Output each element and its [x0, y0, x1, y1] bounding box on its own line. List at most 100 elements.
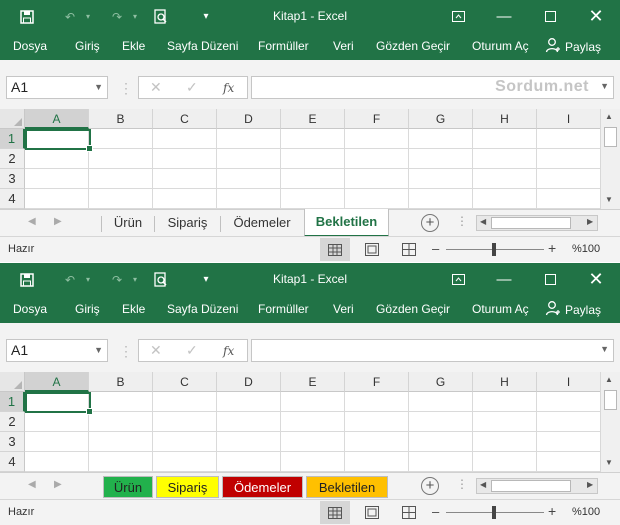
scroll-left-icon[interactable]: ◀ — [480, 217, 486, 226]
close-icon[interactable]: ✕ — [574, 0, 618, 33]
select-all-button[interactable] — [0, 372, 25, 392]
menu-gozden-gecir[interactable]: Gözden Geçir — [376, 39, 450, 53]
page-break-preview-icon[interactable] — [394, 238, 424, 261]
next-sheet-icon[interactable]: ▶ — [54, 216, 62, 227]
column-header-b[interactable]: B — [89, 372, 153, 392]
grid-cell[interactable] — [281, 149, 345, 169]
grid-cell[interactable] — [217, 169, 281, 189]
cancel-icon[interactable]: ✕ — [150, 342, 162, 359]
column-header-e[interactable]: E — [281, 109, 345, 129]
grid-cell[interactable] — [153, 189, 217, 209]
sheet-tab-siparis[interactable]: Sipariş — [156, 476, 219, 498]
scroll-down-icon[interactable]: ▼ — [605, 195, 613, 204]
grid-cell[interactable] — [345, 169, 409, 189]
column-header-e[interactable]: E — [281, 372, 345, 392]
grid-cell[interactable] — [409, 452, 473, 472]
save-icon[interactable] — [14, 0, 40, 33]
grid-cell[interactable] — [281, 392, 345, 412]
normal-view-icon[interactable] — [320, 501, 350, 524]
sheet-tab-siparis[interactable]: Sipariş — [155, 210, 220, 236]
menu-gozden-gecir[interactable]: Gözden Geçir — [376, 302, 450, 316]
row-header-3[interactable]: 3 — [0, 432, 25, 452]
insert-function-icon[interactable]: fx — [223, 81, 234, 95]
scroll-right-icon[interactable]: ▶ — [587, 480, 593, 489]
prev-sheet-icon[interactable]: ◀ — [28, 216, 36, 227]
sheet-tab-urun[interactable]: Ürün — [102, 210, 154, 236]
column-header-c[interactable]: C — [153, 109, 217, 129]
grid-cell[interactable] — [473, 189, 537, 209]
save-icon[interactable] — [14, 263, 40, 296]
grid-cell[interactable] — [473, 129, 537, 149]
grid-cell[interactable] — [409, 149, 473, 169]
minimize-icon[interactable]: — — [482, 0, 526, 33]
column-header-f[interactable]: F — [345, 109, 409, 129]
column-header-c[interactable]: C — [153, 372, 217, 392]
grid-cell[interactable] — [25, 189, 89, 209]
grid-cell[interactable] — [409, 432, 473, 452]
add-sheet-icon[interactable]: + — [421, 214, 439, 232]
zoom-level[interactable]: %100 — [572, 506, 600, 518]
chevron-down-icon[interactable]: ▼ — [94, 340, 103, 361]
scroll-thumb[interactable] — [604, 390, 617, 410]
sheet-tab-bekletilen[interactable]: Bekletilen — [304, 209, 389, 237]
grid-cell[interactable] — [89, 452, 153, 472]
active-cell[interactable] — [25, 392, 93, 415]
column-header-h[interactable]: H — [473, 372, 537, 392]
menu-sayfa-duzeni[interactable]: Sayfa Düzeni — [167, 39, 238, 53]
row-header-4[interactable]: 4 — [0, 189, 25, 209]
grid-cell[interactable] — [89, 169, 153, 189]
grid-cell[interactable] — [217, 392, 281, 412]
grid-cell[interactable] — [409, 189, 473, 209]
grid-cell[interactable] — [153, 129, 217, 149]
zoom-in-icon[interactable]: + — [548, 503, 556, 519]
grid-cell[interactable] — [345, 392, 409, 412]
grid-cell[interactable] — [537, 392, 601, 412]
grid-cell[interactable] — [345, 149, 409, 169]
grid-cell[interactable] — [153, 392, 217, 412]
share-button[interactable]: Paylaş — [541, 35, 618, 58]
column-header-i[interactable]: I — [537, 372, 601, 392]
menu-giris[interactable]: Giriş — [75, 302, 100, 316]
print-preview-icon[interactable] — [148, 0, 174, 33]
enter-icon[interactable]: ✓ — [186, 342, 198, 359]
grid-cell[interactable] — [281, 169, 345, 189]
redo-dropdown-icon[interactable]: ▾ — [122, 0, 148, 33]
grid-cell[interactable] — [281, 129, 345, 149]
ribbon-display-icon[interactable] — [436, 0, 480, 33]
menu-giris[interactable]: Giriş — [75, 39, 100, 53]
column-header-d[interactable]: D — [217, 372, 281, 392]
grid-cell[interactable] — [473, 392, 537, 412]
scroll-up-icon[interactable]: ▲ — [605, 112, 613, 121]
grid-cell[interactable] — [217, 189, 281, 209]
worksheet-grid[interactable]: A B C D E F G H I 1 2 3 4 — [0, 109, 601, 209]
grid-cell[interactable] — [153, 169, 217, 189]
menu-veri[interactable]: Veri — [333, 39, 354, 53]
scroll-thumb[interactable] — [491, 480, 571, 492]
select-all-button[interactable] — [0, 109, 25, 129]
menu-formuller[interactable]: Formüller — [258, 39, 309, 53]
scroll-right-icon[interactable]: ▶ — [587, 217, 593, 226]
grid-cell[interactable] — [89, 412, 153, 432]
worksheet-grid[interactable]: A B C D E F G H I 1 2 3 4 — [0, 372, 601, 472]
next-sheet-icon[interactable]: ▶ — [54, 479, 62, 490]
menu-formuller[interactable]: Formüller — [258, 302, 309, 316]
row-header-1[interactable]: 1 — [0, 392, 25, 412]
grid-cell[interactable] — [153, 432, 217, 452]
grid-cell[interactable] — [537, 149, 601, 169]
active-cell[interactable] — [25, 129, 93, 152]
grid-cell[interactable] — [409, 169, 473, 189]
grid-cell[interactable] — [345, 432, 409, 452]
grid-cell[interactable] — [89, 129, 153, 149]
grid-cell[interactable] — [25, 432, 89, 452]
grid-cell[interactable] — [25, 412, 89, 432]
column-header-f[interactable]: F — [345, 372, 409, 392]
scroll-left-icon[interactable]: ◀ — [480, 480, 486, 489]
minimize-icon[interactable]: — — [482, 263, 526, 296]
column-header-a[interactable]: A — [25, 109, 89, 129]
vertical-scrollbar[interactable]: ▲ ▼ — [600, 372, 620, 472]
column-header-g[interactable]: G — [409, 109, 473, 129]
row-header-1[interactable]: 1 — [0, 129, 25, 149]
close-icon[interactable]: ✕ — [574, 263, 618, 296]
grid-cell[interactable] — [537, 169, 601, 189]
zoom-out-icon[interactable]: – — [432, 241, 439, 256]
